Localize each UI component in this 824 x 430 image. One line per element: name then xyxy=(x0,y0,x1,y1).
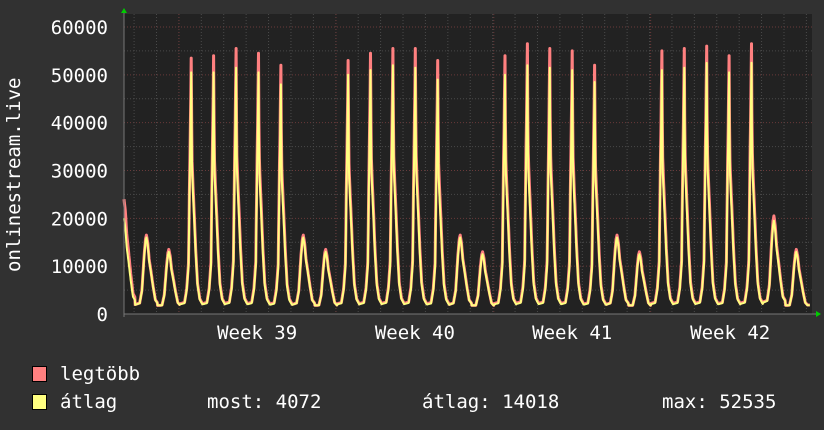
x-axis-arrow xyxy=(816,311,821,317)
legend-swatch-avg xyxy=(32,394,47,410)
x-tick-label: Week 39 xyxy=(217,322,297,344)
y-tick-label: 40000 xyxy=(51,113,108,135)
x-tick-label: Week 41 xyxy=(532,322,612,344)
legend-label-avg: átlag xyxy=(60,391,118,413)
y-tick-label: 10000 xyxy=(51,256,108,278)
legend-swatch-max xyxy=(32,366,47,382)
x-tick-label: Week 42 xyxy=(690,322,770,344)
stat-max: max: 52535 xyxy=(662,391,777,413)
y-axis-label: onlinestream.live xyxy=(3,78,25,272)
y-tick-label: 0 xyxy=(97,304,108,326)
y-tick-label: 20000 xyxy=(51,208,108,230)
y-tick-label: 30000 xyxy=(51,161,108,183)
y-tick-label: 60000 xyxy=(51,17,108,39)
y-axis-arrow xyxy=(121,8,127,13)
stat-current: most: 4072 xyxy=(207,391,322,413)
y-tick-label: 50000 xyxy=(51,65,108,87)
legend-label-max: legtöbb xyxy=(60,363,141,385)
x-tick-label: Week 40 xyxy=(375,322,455,344)
stat-average: átlag: 14018 xyxy=(422,391,560,413)
